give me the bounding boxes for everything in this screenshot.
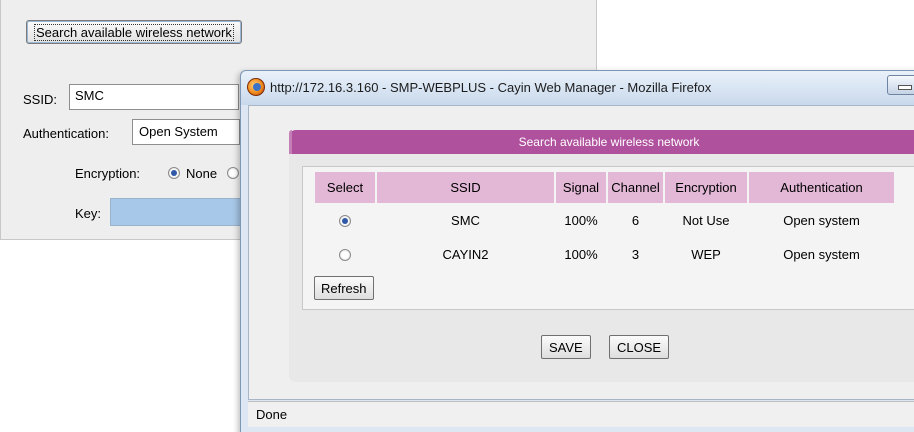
select-cell <box>315 237 375 271</box>
encryption-cell: WEP <box>691 246 721 262</box>
column-header-authentication: Authentication <box>749 172 894 203</box>
ssid-cell: CAYIN2 <box>442 246 489 262</box>
table-row[interactable]: SMC 100% 6 Not Use Open system <box>315 203 894 237</box>
minimize-icon[interactable] <box>887 75 914 95</box>
window-titlebar[interactable]: http://172.16.3.160 - SMP-WEBPLUS - Cayi… <box>241 71 914 105</box>
key-input[interactable] <box>110 198 242 226</box>
signal-cell: 100% <box>564 246 598 262</box>
encryption-none-label: None <box>186 166 218 181</box>
encryption-none-radio[interactable] <box>168 167 180 179</box>
search-network-dialog: Search available wireless network Select… <box>289 130 914 382</box>
save-button[interactable]: SAVE <box>541 335 591 359</box>
authentication-cell: Open system <box>783 246 860 262</box>
column-header-channel: Channel <box>608 172 663 203</box>
column-header-ssid: SSID <box>377 172 554 203</box>
network-list-panel: Select SSID Signal Channel Encryption Au… <box>302 166 914 310</box>
dialog-title: Search available wireless network <box>289 130 914 154</box>
column-header-signal: Signal <box>556 172 606 203</box>
search-wireless-button-label: Search available wireless network <box>34 23 234 41</box>
table-header-row: Select SSID Signal Channel Encryption Au… <box>315 172 894 203</box>
firefox-popup-window: http://172.16.3.160 - SMP-WEBPLUS - Cayi… <box>240 70 914 432</box>
ssid-input[interactable]: SMC <box>69 84 239 110</box>
network-select-radio[interactable] <box>339 249 351 262</box>
status-bar: Done <box>248 401 914 427</box>
authentication-cell: Open system <box>783 212 860 228</box>
ssid-label: SSID: <box>23 92 57 107</box>
page-content: Search available wireless network Select… <box>248 105 914 400</box>
encryption-cell: Not Use <box>682 212 730 228</box>
encryption-wep-radio[interactable] <box>227 167 239 179</box>
firefox-icon <box>247 78 265 96</box>
ssid-cell: SMC <box>451 212 480 228</box>
window-title: http://172.16.3.160 - SMP-WEBPLUS - Cayi… <box>270 80 712 95</box>
network-select-radio[interactable] <box>339 215 351 228</box>
signal-cell: 100% <box>564 212 598 228</box>
select-cell <box>315 203 375 237</box>
close-button[interactable]: CLOSE <box>609 335 670 359</box>
network-table: Select SSID Signal Channel Encryption Au… <box>313 172 896 271</box>
column-header-encryption: Encryption <box>665 172 747 203</box>
authentication-label: Authentication: <box>23 126 110 141</box>
key-label: Key: <box>75 206 102 221</box>
table-row[interactable]: CAYIN2 100% 3 WEP Open system <box>315 237 894 271</box>
column-header-select: Select <box>315 172 375 203</box>
channel-cell: 6 <box>631 212 640 228</box>
authentication-select[interactable]: Open System <box>132 119 240 145</box>
refresh-button[interactable]: Refresh <box>314 276 374 300</box>
channel-cell: 3 <box>631 246 640 262</box>
status-text: Done <box>256 407 288 422</box>
encryption-label: Encryption: <box>75 166 141 181</box>
search-wireless-button[interactable]: Search available wireless network <box>26 20 242 44</box>
